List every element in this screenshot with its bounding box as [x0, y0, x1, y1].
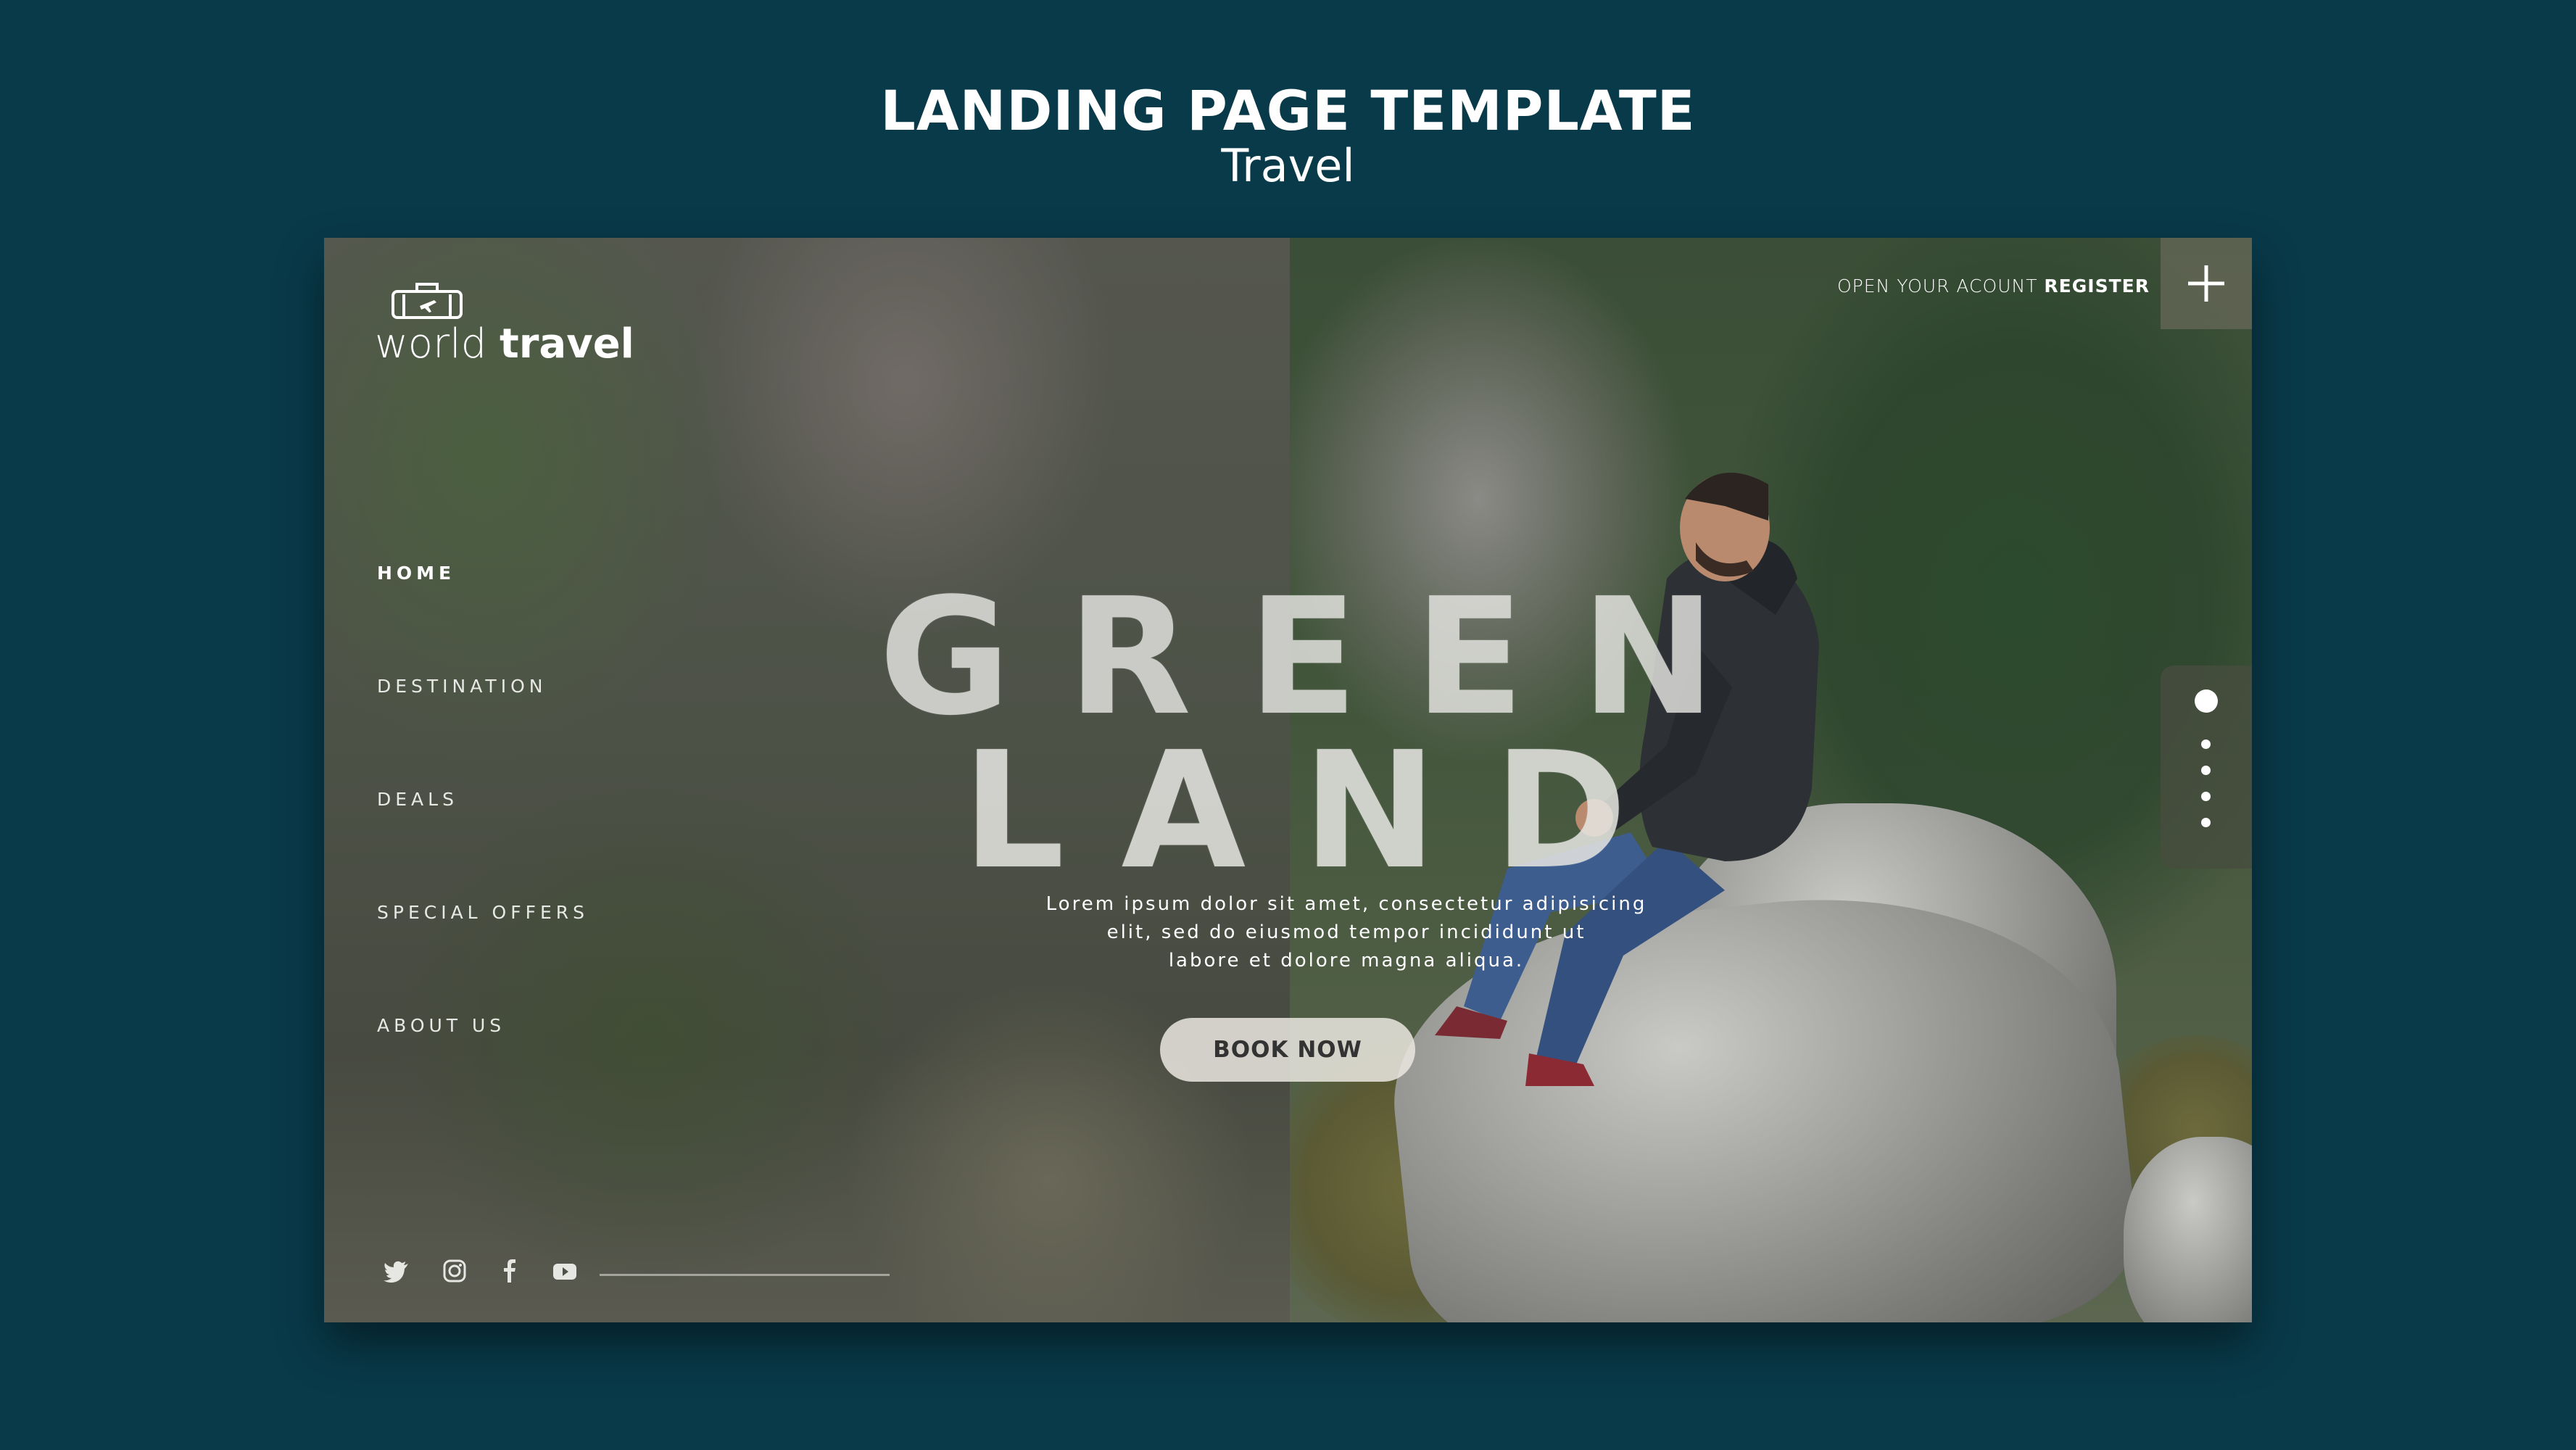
brand-word-2: travel: [500, 320, 634, 368]
facebook-icon[interactable]: [495, 1256, 524, 1285]
nav-deals[interactable]: DEALS: [377, 789, 458, 810]
brand-name: world travel: [375, 320, 634, 368]
slide-dot-5[interactable]: [2201, 818, 2211, 827]
slide-dot-3[interactable]: [2201, 766, 2211, 775]
register-link[interactable]: REGISTER: [2044, 276, 2150, 297]
slide-pagination: [2161, 666, 2252, 869]
slide-dot-2[interactable]: [2201, 740, 2211, 749]
twitter-icon[interactable]: [382, 1256, 411, 1285]
register-prompt: OPEN YOUR ACOUNT: [1837, 276, 2038, 297]
description-line: Lorem ipsum dolor sit amet, consectetur …: [1045, 893, 1647, 915]
hero-photo: [1261, 238, 2252, 1322]
slide-dot-4[interactable]: [2201, 792, 2211, 801]
book-now-button[interactable]: BOOK NOW: [1160, 1018, 1415, 1082]
brand-word-1: world: [375, 320, 487, 368]
divider-line: [600, 1274, 890, 1276]
youtube-icon[interactable]: [550, 1256, 579, 1285]
page-title: LANDING PAGE TEMPLATE: [880, 78, 1696, 143]
nav-destination[interactable]: DESTINATION: [377, 676, 547, 697]
landing-page-mockup: world travel HOME DESTINATION DEALS SPEC…: [324, 238, 2252, 1322]
nav-about-us[interactable]: ABOUT US: [377, 1015, 505, 1036]
page-subtitle: Travel: [1221, 139, 1355, 192]
instagram-icon[interactable]: [440, 1256, 469, 1285]
sidebar-panel: world travel HOME DESTINATION DEALS SPEC…: [324, 238, 1290, 1322]
description-line: elit, sed do eiusmod tempor incididunt u…: [1106, 921, 1586, 943]
suitcase-plane-icon: [392, 283, 463, 319]
brand-logo[interactable]: world travel: [375, 281, 634, 368]
hero-description: Lorem ipsum dolor sit amet, consectetur …: [977, 890, 1716, 975]
account-register: OPEN YOUR ACOUNT REGISTER: [1837, 276, 2150, 297]
nav-special-offers[interactable]: SPECIAL OFFERS: [377, 902, 589, 923]
traveler-figure: [1435, 473, 1819, 1086]
menu-plus-button[interactable]: [2161, 238, 2252, 329]
description-line: labore et dolore magna aliqua.: [1168, 950, 1525, 972]
plus-icon: [2188, 265, 2224, 302]
nav-home[interactable]: HOME: [377, 563, 455, 584]
slide-dot-1[interactable]: [2195, 689, 2218, 713]
